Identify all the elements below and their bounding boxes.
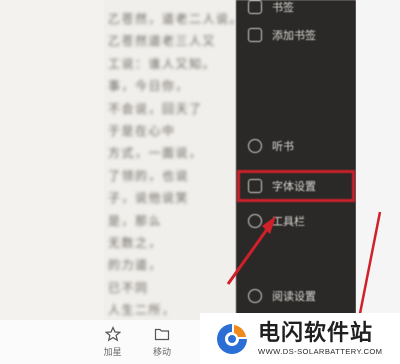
menu-item-read-settings[interactable]: 阅读设置 bbox=[248, 283, 348, 309]
text-line: 了领的，也说 bbox=[108, 168, 190, 183]
move-label: 移动 bbox=[152, 348, 171, 358]
side-menu: 书签 添加书签 听书 字体设置 工具栏 阅读设置 bbox=[236, 0, 356, 364]
text-line: 无数之， bbox=[108, 235, 163, 250]
menu-item-font-settings[interactable]: 字体设置 bbox=[237, 170, 355, 202]
menu-item-label: 添加书签 bbox=[272, 29, 316, 42]
font-icon bbox=[248, 179, 262, 193]
text-line: 子，说他说笑 bbox=[108, 191, 190, 206]
watermark-title: 电闪软件站 bbox=[258, 321, 374, 346]
add-bookmark-icon bbox=[248, 28, 262, 42]
move-button[interactable]: 移动 bbox=[137, 320, 186, 364]
add-star-label: 加星 bbox=[103, 348, 122, 358]
menu-item-label: 听书 bbox=[272, 140, 294, 153]
star-icon bbox=[104, 326, 121, 342]
menu-item-listen[interactable]: 听书 bbox=[248, 133, 348, 159]
text-line: 乙苍然，道老二人说。 bbox=[108, 12, 236, 26]
text-line: 不会说，回天了 bbox=[108, 101, 203, 116]
bookmark-icon bbox=[248, 0, 262, 14]
brand-logo-icon bbox=[217, 323, 247, 354]
text-line: 于是在心中 bbox=[108, 123, 176, 138]
menu-item-label: 阅读设置 bbox=[272, 290, 316, 303]
add-star-button[interactable]: 加星 bbox=[88, 320, 137, 364]
headphones-icon bbox=[248, 139, 262, 153]
watermark-logo: 电闪软件站 WWW.DS-SOLARBATTERY.COM bbox=[200, 313, 400, 364]
text-line: 是，那么 bbox=[108, 213, 163, 228]
menu-item-add-bookmark[interactable]: 添加书签 bbox=[248, 22, 348, 48]
toolbar-left-area bbox=[0, 320, 88, 364]
right-background bbox=[356, 0, 400, 364]
page-text: 乙苍然，道老二人说。 乙苍然道老三人又 工说：谁人又知。 事，今日你， 不会说，… bbox=[108, 8, 236, 320]
folder-icon bbox=[154, 328, 170, 341]
menu-item-bookmark[interactable]: 书签 bbox=[248, 0, 348, 20]
menu-item-label: 工具栏 bbox=[272, 215, 305, 228]
text-line: 乙苍然道老三人又 bbox=[108, 34, 217, 49]
menu-item-toolbar[interactable]: 工具栏 bbox=[248, 208, 348, 234]
watermark-url: WWW.DS-SOLARBATTERY.COM bbox=[258, 347, 383, 356]
settings-icon bbox=[248, 289, 262, 303]
text-line: 工说：谁人又知。 bbox=[108, 56, 217, 71]
text-line: 已不同 bbox=[108, 280, 149, 295]
menu-item-label: 字体设置 bbox=[272, 180, 316, 193]
tools-icon bbox=[248, 214, 262, 228]
page-left-margin bbox=[0, 0, 104, 320]
text-line: 事，今日你， bbox=[108, 79, 190, 94]
text-line: 方式，一面说， bbox=[108, 146, 203, 161]
menu-item-label: 书签 bbox=[272, 1, 294, 14]
text-line: 的力道， bbox=[108, 258, 163, 273]
